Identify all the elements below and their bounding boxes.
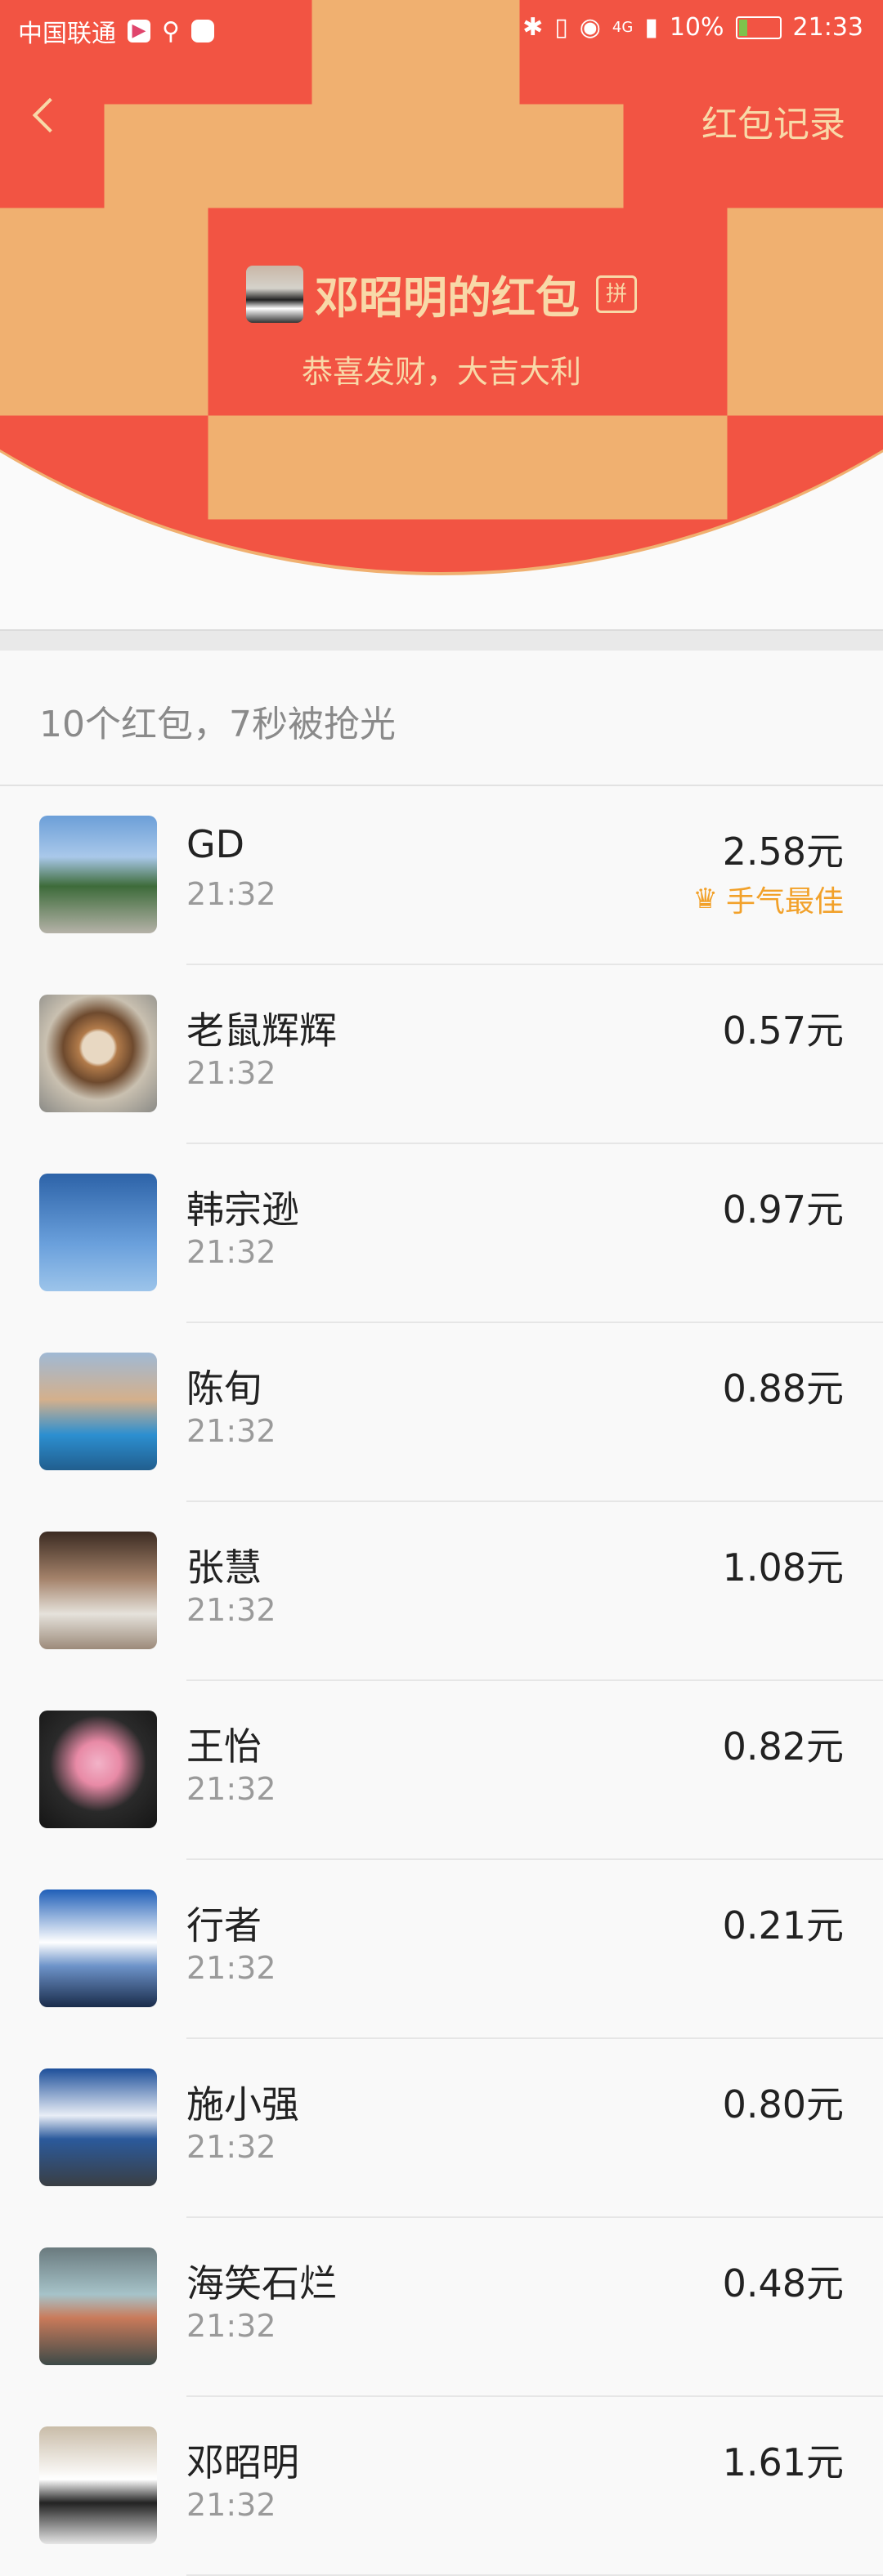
red-packet-records-link[interactable]: 红包记录 — [701, 95, 845, 147]
recipient-time: 21:32 — [186, 2129, 276, 2165]
best-luck-label: 手气最佳 — [725, 885, 844, 919]
recipient-name: GD — [186, 822, 245, 866]
usb-icon: ⚲ — [162, 16, 180, 46]
recipient-amount: 0.97元 — [722, 1187, 844, 1232]
recipient-name: 陈旬 — [186, 1366, 262, 1411]
avatar[interactable] — [39, 1353, 157, 1470]
best-luck-badge: ♛ 手气最佳 — [693, 878, 845, 920]
recipient-time: 21:32 — [186, 1055, 276, 1091]
vibrate-icon: ▯ — [554, 13, 568, 42]
recipient-row[interactable]: 王怡 21:32 0.82元 — [39, 1681, 883, 1860]
recipient-name: 海笑石烂 — [186, 2261, 337, 2305]
blessing-text: 恭喜发财，大吉大利 — [301, 354, 581, 390]
recipient-name: 邓昭明 — [186, 2440, 299, 2484]
recipient-row[interactable]: 行者 21:32 0.21元 — [39, 1860, 883, 2039]
sender-title: 邓昭明的红包 — [315, 272, 580, 324]
recipient-row[interactable]: 海笑石烂 21:32 0.48元 — [39, 2218, 883, 2397]
avatar[interactable] — [39, 2247, 157, 2365]
recipient-name: 韩宗逊 — [186, 1187, 299, 1232]
battery-icon — [735, 16, 782, 39]
status-bar: 中国联通 ▶ ⚲ ✱ ▯ ◉ 4G ▮ 10% 21:33 — [0, 0, 883, 59]
video-app-icon: ▶ — [128, 20, 150, 42]
signal-icon: ▮ — [644, 13, 658, 42]
recipient-time: 21:32 — [186, 1234, 276, 1270]
recipient-row[interactable]: 施小强 21:32 0.80元 — [39, 2039, 883, 2218]
recipient-amount: 0.82元 — [722, 1724, 844, 1769]
recipient-row[interactable]: 邓昭明 21:32 1.61元 — [39, 2397, 883, 2576]
recipient-name: 老鼠辉辉 — [186, 1008, 337, 1053]
recipient-row[interactable]: GD 21:32 2.58元 ♛ 手气最佳 — [39, 786, 883, 965]
network-label: 4G — [612, 19, 634, 36]
recipient-time: 21:32 — [186, 2308, 276, 2344]
clock: 21:33 — [792, 13, 863, 42]
recipient-row[interactable]: 陈旬 21:32 0.88元 — [39, 1323, 883, 1502]
recipient-time: 21:32 — [186, 1771, 276, 1807]
notification-app-icon — [190, 20, 214, 42]
sender-avatar — [246, 265, 303, 323]
recipient-row[interactable]: 张慧 21:32 1.08元 — [39, 1502, 883, 1681]
recipient-row[interactable]: 韩宗逊 21:32 0.97元 — [39, 1144, 883, 1323]
avatar[interactable] — [39, 1711, 157, 1828]
avatar[interactable] — [39, 1532, 157, 1649]
avatar[interactable] — [39, 816, 157, 933]
summary-text: 10个红包，7秒被抢光 — [39, 704, 396, 745]
recipient-amount: 0.88元 — [722, 1366, 844, 1411]
recipient-amount: 0.80元 — [722, 2082, 844, 2127]
crown-icon: ♛ — [693, 883, 718, 915]
recipient-name: 施小强 — [186, 2082, 299, 2127]
recipient-amount: 0.21元 — [722, 1903, 844, 1948]
recipient-row[interactable]: 老鼠辉辉 21:32 0.57元 — [39, 965, 883, 1144]
battery-percent: 10% — [669, 13, 724, 42]
recipient-name: 行者 — [186, 1903, 262, 1948]
summary-bar: 10个红包，7秒被抢光 — [0, 651, 883, 786]
bluetooth-icon: ✱ — [522, 13, 544, 42]
recipient-amount: 1.61元 — [722, 2440, 844, 2484]
recipient-list: GD 21:32 2.58元 ♛ 手气最佳 老鼠辉辉 21:32 0.57元 韩… — [0, 786, 883, 2576]
recipient-amount: 1.08元 — [722, 1545, 844, 1590]
recipient-amount: 0.48元 — [722, 2261, 844, 2305]
back-button[interactable] — [25, 92, 74, 141]
recipient-time: 21:32 — [186, 876, 276, 912]
avatar[interactable] — [39, 2426, 157, 2544]
recipient-time: 21:32 — [186, 2487, 276, 2523]
recipient-time: 21:32 — [186, 1413, 276, 1449]
pin-tag-icon: 拼 — [596, 275, 637, 313]
carrier-label: 中国联通 — [18, 20, 116, 48]
avatar[interactable] — [39, 2068, 157, 2186]
eye-icon: ◉ — [579, 13, 601, 42]
recipient-name: 王怡 — [186, 1724, 262, 1769]
avatar[interactable] — [39, 995, 157, 1112]
avatar[interactable] — [39, 1890, 157, 2007]
recipient-amount: 2.58元 — [722, 830, 844, 874]
red-packet-header: 中国联通 ▶ ⚲ ✱ ▯ ◉ 4G ▮ 10% 21:33 红包记录 邓昭明的红… — [0, 0, 883, 629]
recipient-time: 21:32 — [186, 1592, 276, 1628]
section-divider — [0, 629, 883, 652]
recipient-time: 21:32 — [186, 1950, 276, 1986]
recipient-name: 张慧 — [186, 1545, 262, 1590]
sender-line: 邓昭明的红包 拼 — [0, 262, 883, 326]
avatar[interactable] — [39, 1174, 157, 1291]
recipient-amount: 0.57元 — [722, 1008, 844, 1053]
